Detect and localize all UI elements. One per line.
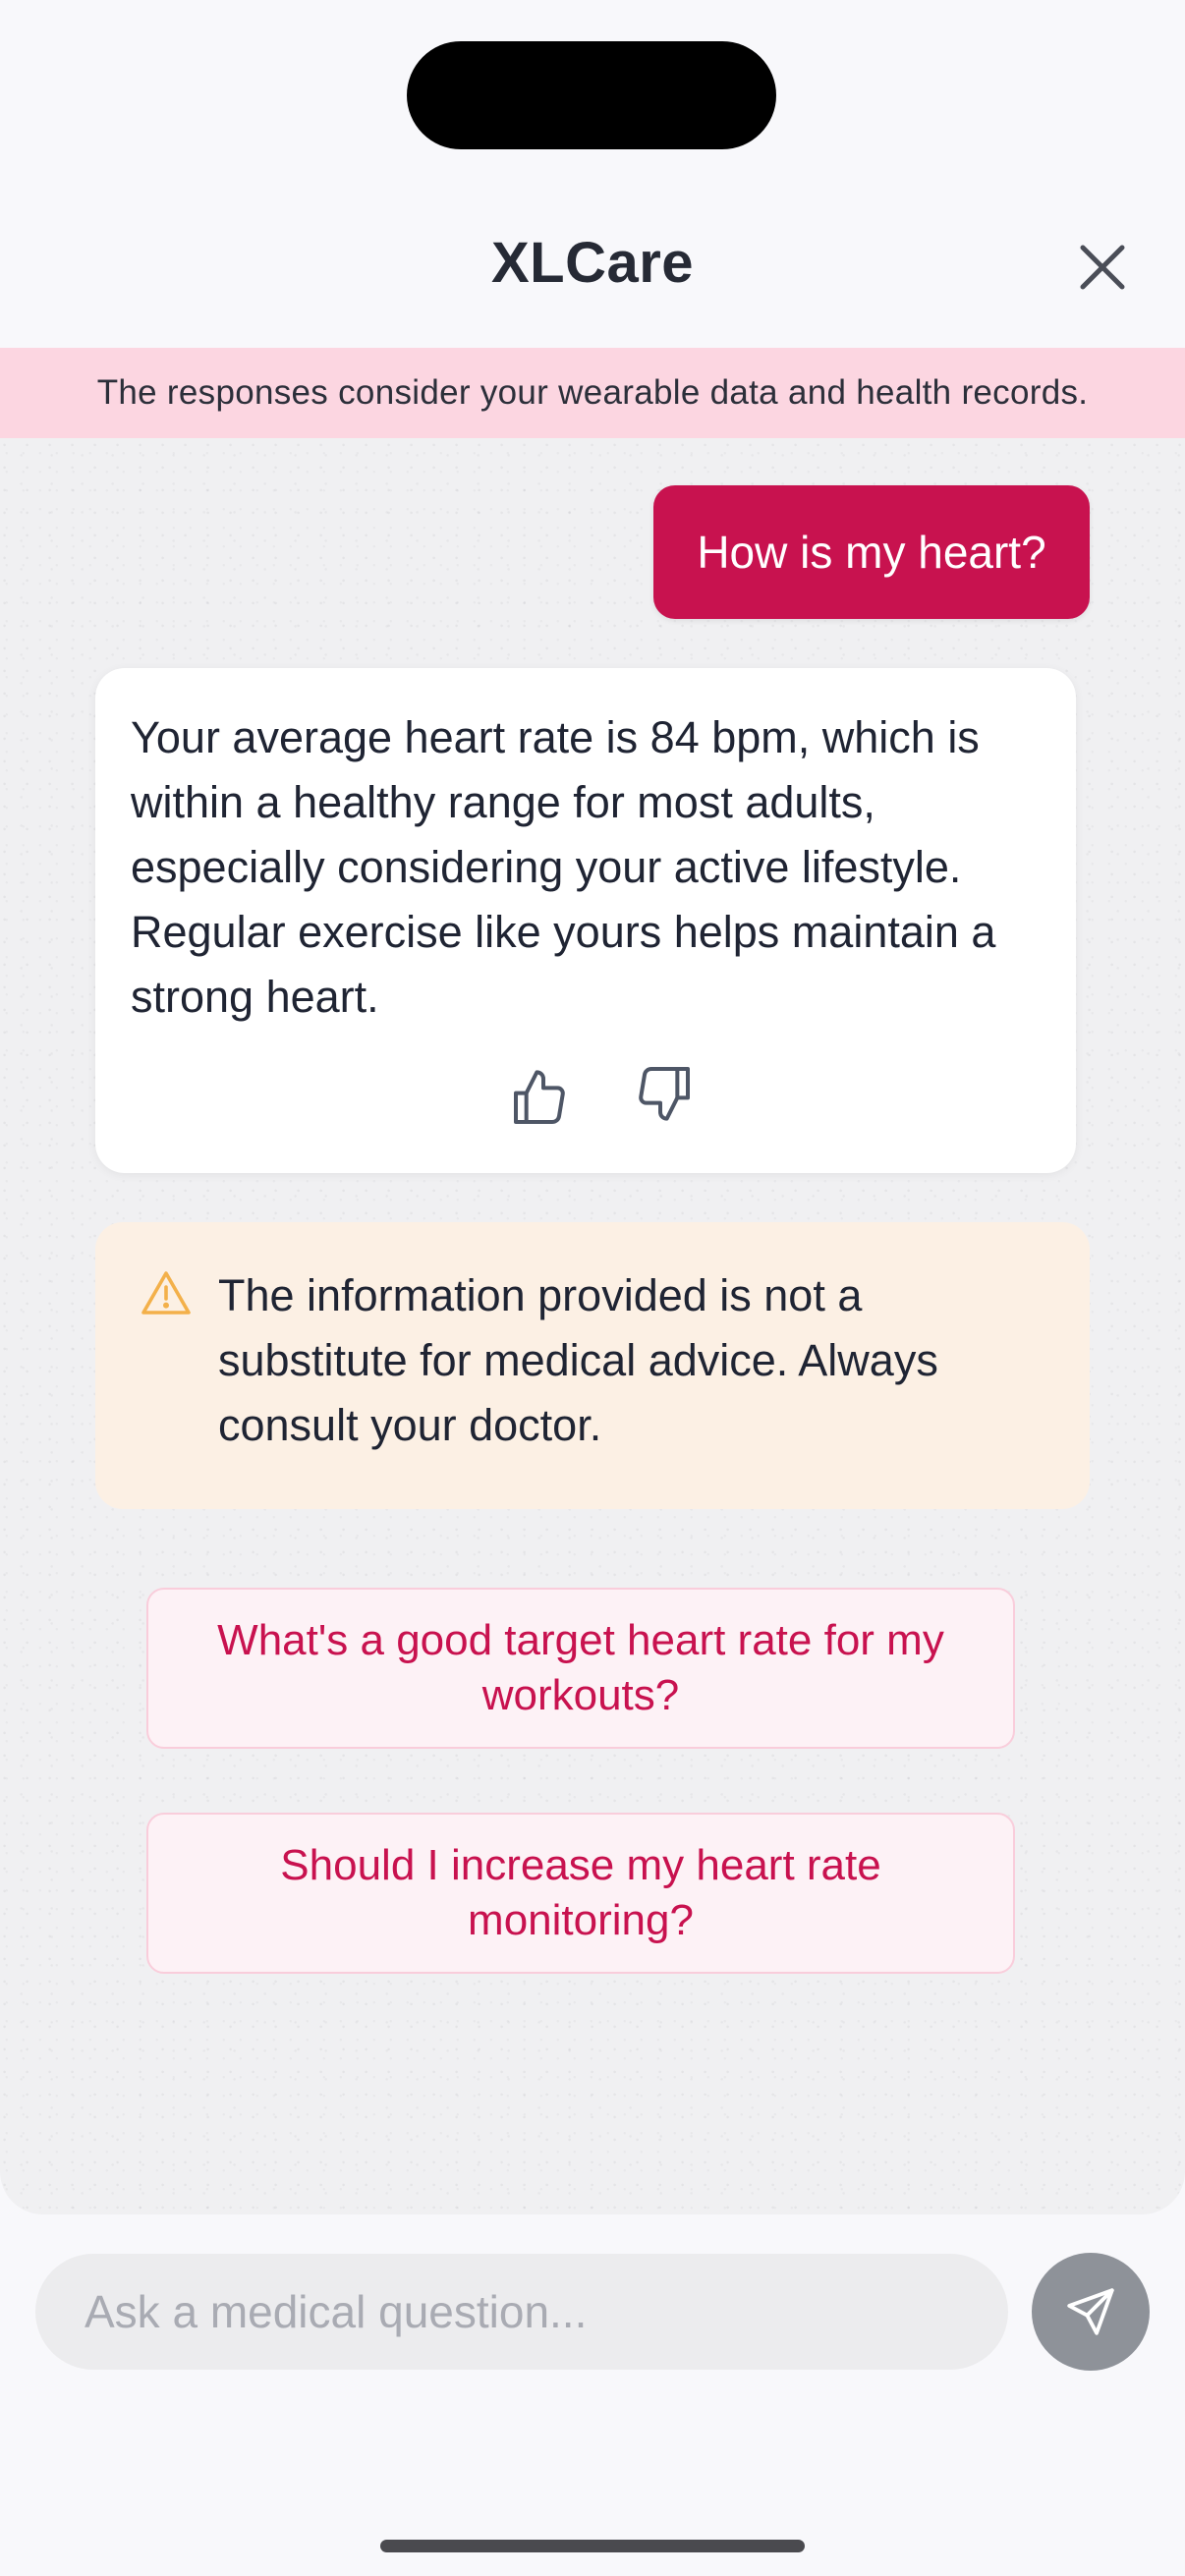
user-message: How is my heart? <box>653 485 1090 619</box>
dynamic-island <box>407 41 776 149</box>
disclaimer-text: The information provided is not a substi… <box>218 1270 938 1450</box>
medical-disclaimer: The information provided is not a substi… <box>95 1222 1090 1509</box>
thumbs-up-icon <box>514 1070 565 1124</box>
close-button[interactable] <box>1073 238 1132 297</box>
close-icon <box>1080 245 1125 290</box>
context-banner: The responses consider your wearable dat… <box>0 348 1185 438</box>
home-indicator <box>380 2540 805 2552</box>
thumbs-down-icon <box>639 1067 690 1121</box>
question-input[interactable] <box>35 2254 1008 2370</box>
send-icon <box>1067 2288 1114 2335</box>
suggestion-chip[interactable]: What's a good target heart rate for my w… <box>146 1588 1015 1749</box>
suggestion-label: What's a good target heart rate for my w… <box>217 1616 944 1719</box>
thumbs-down-button[interactable] <box>633 1061 696 1124</box>
page-title: XLCare <box>490 231 695 295</box>
assistant-message-text: Your average heart rate is 84 bpm, which… <box>131 712 996 1022</box>
suggestion-chip[interactable]: Should I increase my heart rate monitori… <box>146 1813 1015 1974</box>
thumbs-up-button[interactable] <box>508 1067 571 1130</box>
send-button[interactable] <box>1032 2253 1150 2371</box>
assistant-message: Your average heart rate is 84 bpm, which… <box>95 668 1076 1173</box>
suggestion-label: Should I increase my heart rate monitori… <box>280 1841 881 1944</box>
warning-icon <box>141 1271 191 1315</box>
